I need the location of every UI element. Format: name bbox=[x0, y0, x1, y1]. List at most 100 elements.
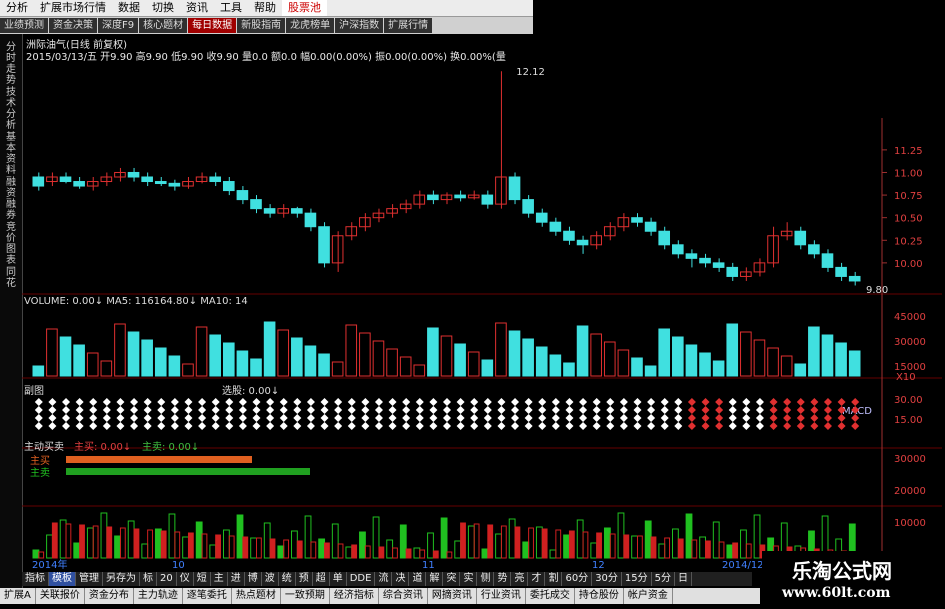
status-tab-2[interactable]: 资金分布 bbox=[85, 588, 134, 604]
indicator-tab-14[interactable]: 超 bbox=[313, 572, 330, 586]
diamond-mark bbox=[470, 414, 479, 422]
indicator-tab-30[interactable]: 15分 bbox=[622, 572, 652, 586]
left-tab-5[interactable]: 同花 bbox=[2, 267, 20, 289]
indicator-tab-16[interactable]: DDE bbox=[347, 572, 376, 586]
candle-body bbox=[508, 176, 521, 201]
toolbar-button-8[interactable]: 扩展行情 bbox=[384, 18, 433, 33]
indicator-tab-6[interactable]: 仪 bbox=[177, 572, 194, 586]
trade-bar-buy bbox=[209, 544, 217, 559]
diamond-mark bbox=[347, 414, 356, 422]
volume-bar bbox=[318, 353, 330, 377]
diamond-mark bbox=[198, 406, 207, 414]
indicator-tab-9[interactable]: 进 bbox=[228, 572, 245, 586]
left-tab-4[interactable]: 竞价图表 bbox=[2, 222, 20, 266]
indicator-tab-10[interactable]: 博 bbox=[245, 572, 262, 586]
indicator-tab-26[interactable]: 才 bbox=[528, 572, 546, 586]
volume-label: VOLUME: 0.00↓ MA5: 116164.80↓ MA10: 14 bbox=[24, 296, 248, 307]
menu-item-5[interactable]: 工具 bbox=[214, 0, 248, 16]
indicator-tab-12[interactable]: 统 bbox=[279, 572, 296, 586]
status-tab-3[interactable]: 主力轨迹 bbox=[134, 588, 183, 604]
toolbar-button-5[interactable]: 新股指南 bbox=[237, 18, 286, 33]
trade-bar-sell bbox=[405, 548, 412, 559]
menu-item-4[interactable]: 资讯 bbox=[180, 0, 214, 16]
indicator-tab-13[interactable]: 预 bbox=[296, 572, 313, 586]
toolbar-button-3[interactable]: 核心题材 bbox=[139, 18, 188, 33]
toolbar-button-6[interactable]: 龙虎榜单 bbox=[286, 18, 335, 33]
toolbar-button-1[interactable]: 资金决策 bbox=[49, 18, 97, 33]
indicator-tab-24[interactable]: 势 bbox=[494, 572, 512, 586]
diamond-mark bbox=[851, 422, 860, 430]
status-tab-10[interactable]: 行业资讯 bbox=[477, 588, 526, 604]
trade-bar-sell bbox=[596, 532, 602, 559]
diamond-mark bbox=[606, 422, 615, 430]
indicator-tab-11[interactable]: 波 bbox=[262, 572, 279, 586]
status-tab-0[interactable]: 扩展A bbox=[0, 588, 36, 604]
status-tab-1[interactable]: 关联报价 bbox=[36, 588, 85, 604]
indicator-tab-28[interactable]: 60分 bbox=[562, 572, 593, 586]
left-tab-0[interactable]: 分时走势 bbox=[2, 42, 20, 86]
indicator-tab-5[interactable]: 20 bbox=[157, 572, 177, 586]
toolbar-button-2[interactable]: 深度F9 bbox=[98, 18, 139, 33]
diamond-mark bbox=[755, 398, 764, 406]
diamond-mark bbox=[728, 406, 737, 414]
indicator-tab-3[interactable]: 另存为 bbox=[103, 572, 140, 586]
menu-item-7[interactable]: 股票池 bbox=[282, 0, 327, 16]
left-tab-2[interactable]: 基本资料 bbox=[2, 132, 20, 176]
diamond-mark bbox=[551, 398, 560, 406]
left-tab-3[interactable]: 融资融券 bbox=[2, 177, 20, 221]
date-label: 12 bbox=[592, 560, 605, 570]
left-tab-1[interactable]: 技术分析 bbox=[2, 87, 20, 131]
candle-body bbox=[522, 199, 534, 214]
status-tab-5[interactable]: 热点题材 bbox=[232, 588, 281, 604]
toolbar-button-7[interactable]: 沪深指数 bbox=[335, 18, 384, 33]
diamond-mark bbox=[116, 422, 125, 430]
candle-body bbox=[672, 244, 684, 255]
toolbar-button-0[interactable]: 业绩预测 bbox=[0, 18, 48, 33]
indicator-tab-23[interactable]: 侧 bbox=[477, 572, 495, 586]
indicator-tab-4[interactable]: 标 bbox=[140, 572, 157, 586]
indicator-tab-20[interactable]: 解 bbox=[426, 572, 444, 586]
diamond-mark bbox=[783, 398, 792, 406]
status-tab-6[interactable]: 一致预期 bbox=[281, 588, 330, 604]
menu-item-0[interactable]: 分析 bbox=[0, 0, 34, 16]
status-tab-8[interactable]: 综合资讯 bbox=[379, 588, 428, 604]
diamond-mark bbox=[184, 414, 193, 422]
indicator-tab-25[interactable]: 亮 bbox=[511, 572, 529, 586]
trade-bar-buy bbox=[535, 526, 543, 559]
indicator-tab-17[interactable]: 流 bbox=[375, 572, 393, 586]
trade-bar-sell bbox=[92, 525, 99, 559]
diamond-mark bbox=[170, 414, 179, 422]
status-tab-9[interactable]: 网摘资讯 bbox=[428, 588, 477, 604]
indicator-tab-21[interactable]: 突 bbox=[443, 572, 461, 586]
status-tab-13[interactable]: 帐户资金 bbox=[624, 588, 673, 604]
indicator-tab-27[interactable]: 割 bbox=[545, 572, 563, 586]
indicator-tab-2[interactable]: 管理 bbox=[76, 572, 103, 586]
status-tab-7[interactable]: 经济指标 bbox=[330, 588, 379, 604]
menu-item-2[interactable]: 数据 bbox=[112, 0, 146, 16]
trade-bar-buy bbox=[86, 527, 94, 559]
diamond-mark bbox=[266, 398, 275, 406]
indicator-tab-0[interactable]: 指标 bbox=[22, 572, 49, 586]
diamond-mark bbox=[143, 414, 152, 422]
indicator-tab-1[interactable]: 模板 bbox=[49, 572, 76, 586]
menu-item-1[interactable]: 扩展市场行情 bbox=[34, 0, 112, 16]
toolbar-button-4[interactable]: 每日数据 bbox=[188, 18, 237, 33]
indicator-tab-32[interactable]: 日 bbox=[675, 572, 693, 586]
indicator-tab-31[interactable]: 5分 bbox=[652, 572, 676, 586]
status-tab-12[interactable]: 持仓股份 bbox=[575, 588, 624, 604]
indicator-tab-29[interactable]: 30分 bbox=[592, 572, 622, 586]
indicator-tab-15[interactable]: 单 bbox=[330, 572, 347, 586]
indicator-tab-18[interactable]: 决 bbox=[392, 572, 410, 586]
indicator-tab-19[interactable]: 道 bbox=[409, 572, 427, 586]
indicator-tab-7[interactable]: 短 bbox=[194, 572, 211, 586]
status-tab-4[interactable]: 逐笔委托 bbox=[183, 588, 232, 604]
trade-bar-buy bbox=[576, 519, 584, 559]
trade-bar-sell bbox=[351, 544, 358, 559]
menu-item-3[interactable]: 切换 bbox=[146, 0, 180, 16]
diamond-mark bbox=[728, 414, 737, 422]
indicator-tab-22[interactable]: 实 bbox=[460, 572, 478, 586]
status-tab-11[interactable]: 委托成交 bbox=[526, 588, 575, 604]
trade-bar-buy bbox=[495, 533, 502, 559]
indicator-tab-8[interactable]: 主 bbox=[211, 572, 228, 586]
menu-item-6[interactable]: 帮助 bbox=[248, 0, 282, 16]
